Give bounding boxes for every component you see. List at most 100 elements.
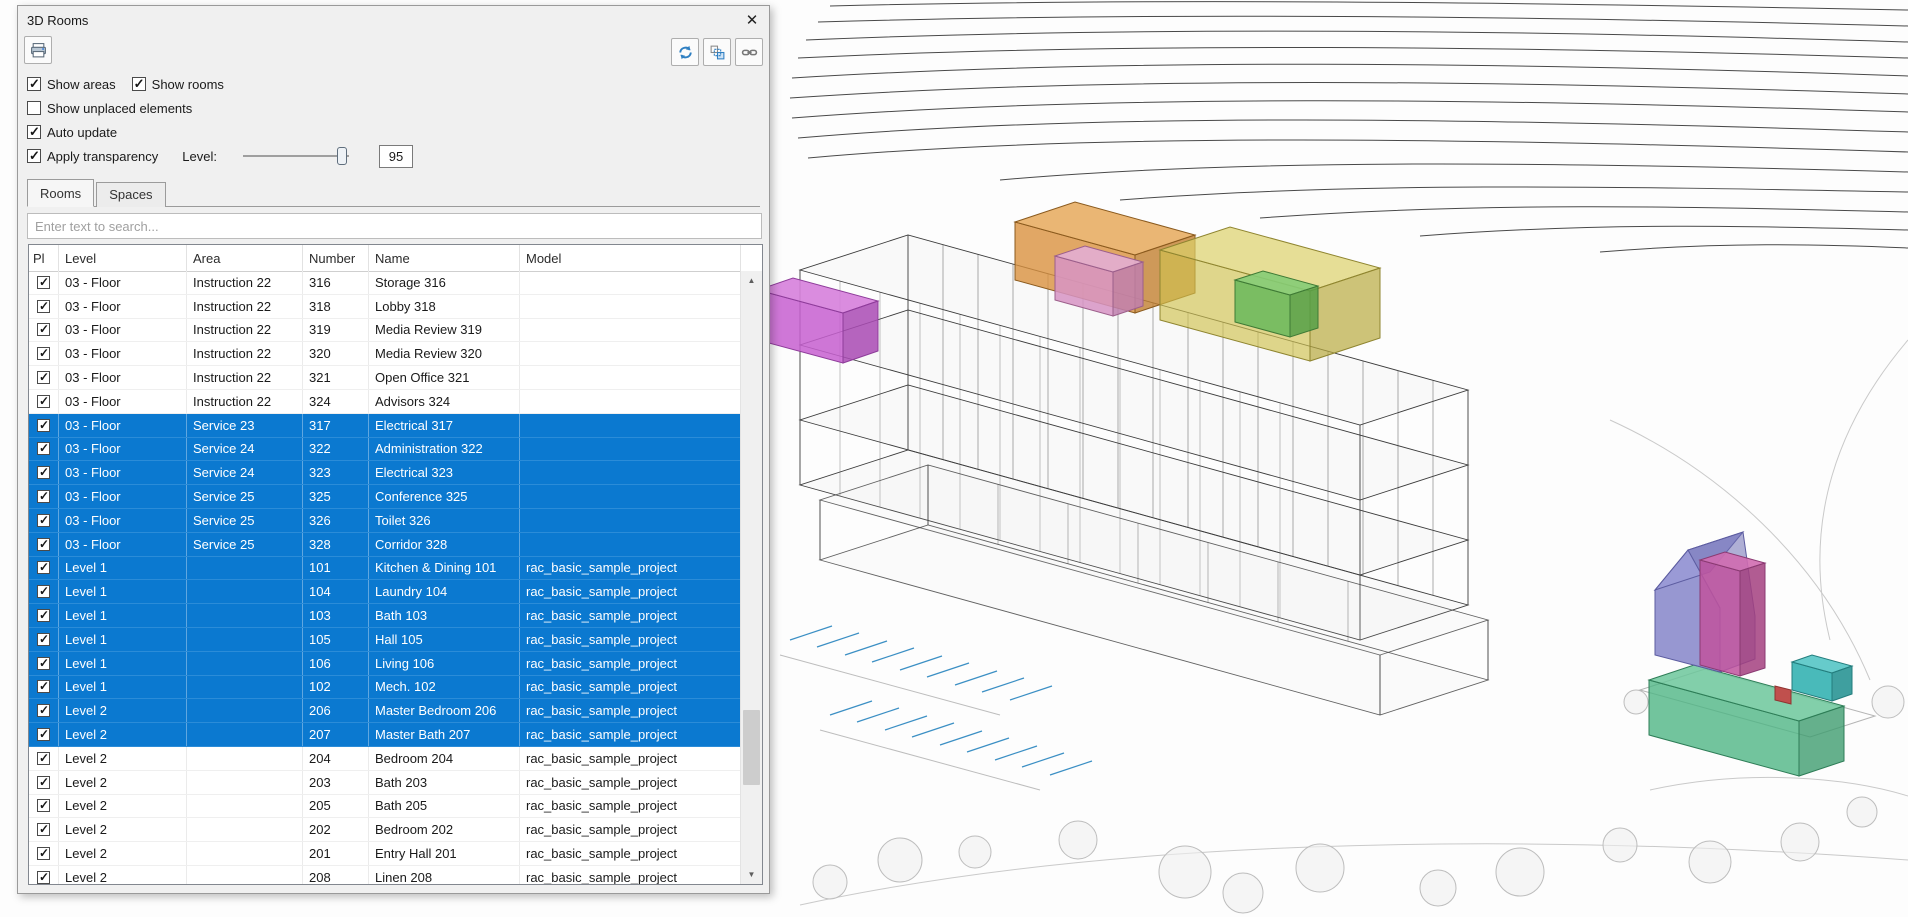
row-checkbox[interactable] xyxy=(37,704,50,717)
auto-update-checkbox[interactable] xyxy=(27,125,41,139)
row-checkbox[interactable] xyxy=(37,633,50,646)
table-row[interactable]: Level 1101Kitchen & Dining 101rac_basic_… xyxy=(29,557,741,581)
row-checkbox[interactable] xyxy=(37,514,50,527)
scroll-down-icon[interactable]: ▼ xyxy=(741,865,762,884)
table-row[interactable]: Level 1106Living 106rac_basic_sample_pro… xyxy=(29,652,741,676)
cell-number: 201 xyxy=(303,842,369,865)
contour-lines xyxy=(790,2,1908,252)
show-unplaced-checkbox[interactable] xyxy=(27,101,41,115)
cell-model: rac_basic_sample_project xyxy=(520,795,741,818)
apply-transparency-checkbox[interactable] xyxy=(27,149,41,163)
header-number[interactable]: Number xyxy=(303,245,369,271)
row-checkbox[interactable] xyxy=(37,776,50,789)
table-row[interactable]: 03 - FloorService 25326Toilet 326 xyxy=(29,509,741,533)
row-checkbox[interactable] xyxy=(37,538,50,551)
header-name[interactable]: Name xyxy=(369,245,520,271)
cell-area: Service 25 xyxy=(187,509,303,532)
table-row[interactable]: Level 2202Bedroom 202rac_basic_sample_pr… xyxy=(29,818,741,842)
option-show-areas[interactable]: Show areas xyxy=(27,77,116,92)
row-checkbox[interactable] xyxy=(37,442,50,455)
table-row[interactable]: Level 1105Hall 105rac_basic_sample_proje… xyxy=(29,628,741,652)
table-row[interactable]: 03 - FloorService 24323Electrical 323 xyxy=(29,461,741,485)
scroll-up-icon[interactable]: ▲ xyxy=(741,271,762,290)
show-rooms-checkbox[interactable] xyxy=(132,77,146,91)
cell-level: Level 2 xyxy=(59,771,187,794)
transparency-level-label: Level: xyxy=(182,149,217,164)
table-row[interactable]: Level 1104Laundry 104rac_basic_sample_pr… xyxy=(29,580,741,604)
row-checkbox[interactable] xyxy=(37,490,50,503)
row-checkbox[interactable] xyxy=(37,300,50,313)
tab-spaces[interactable]: Spaces xyxy=(96,182,165,207)
options-panel: Show areas Show rooms Show unplaced elem… xyxy=(27,72,760,168)
table-row[interactable]: 03 - FloorService 24322Administration 32… xyxy=(29,438,741,462)
transparency-slider-thumb[interactable] xyxy=(337,147,347,165)
cell-level: 03 - Floor xyxy=(59,390,187,413)
search-input[interactable] xyxy=(27,213,762,239)
cell-model xyxy=(520,342,741,365)
header-area[interactable]: Area xyxy=(187,245,303,271)
tab-rooms[interactable]: Rooms xyxy=(27,179,94,207)
row-checkbox[interactable] xyxy=(37,276,50,289)
option-auto-update[interactable]: Auto update xyxy=(27,125,117,140)
table-row[interactable]: Level 2203Bath 203rac_basic_sample_proje… xyxy=(29,771,741,795)
row-checkbox[interactable] xyxy=(37,323,50,336)
table-row[interactable]: Level 2206Master Bedroom 206rac_basic_sa… xyxy=(29,699,741,723)
table-row[interactable]: 03 - FloorInstruction 22324Advisors 324 xyxy=(29,390,741,414)
row-checkbox[interactable] xyxy=(37,799,50,812)
row-checkbox[interactable] xyxy=(37,728,50,741)
row-checkbox[interactable] xyxy=(37,680,50,693)
slider-track[interactable] xyxy=(243,155,349,157)
table-row[interactable]: Level 2205Bath 205rac_basic_sample_proje… xyxy=(29,795,741,819)
table-row[interactable]: Level 2204Bedroom 204rac_basic_sample_pr… xyxy=(29,747,741,771)
row-checkbox[interactable] xyxy=(37,561,50,574)
header-placed[interactable]: Pl xyxy=(29,245,59,271)
table-row[interactable]: 03 - FloorService 25325Conference 325 xyxy=(29,485,741,509)
table-row[interactable]: Level 2201Entry Hall 201rac_basic_sample… xyxy=(29,842,741,866)
row-checkbox-cell xyxy=(29,461,59,484)
table-row[interactable]: 03 - FloorInstruction 22321Open Office 3… xyxy=(29,366,741,390)
row-checkbox[interactable] xyxy=(37,657,50,670)
row-checkbox[interactable] xyxy=(37,466,50,479)
select-elements-button[interactable] xyxy=(703,38,731,66)
table-row[interactable]: Level 2208Linen 208rac_basic_sample_proj… xyxy=(29,866,741,884)
header-model[interactable]: Model xyxy=(520,245,741,271)
table-row[interactable]: 03 - FloorInstruction 22316Storage 316 xyxy=(29,271,741,295)
scrollbar-track[interactable] xyxy=(741,290,762,865)
row-checkbox[interactable] xyxy=(37,395,50,408)
row-checkbox[interactable] xyxy=(37,609,50,622)
header-level[interactable]: Level xyxy=(59,245,187,271)
transparency-slider[interactable] xyxy=(243,147,349,165)
cell-model xyxy=(520,295,741,318)
transparency-value-field[interactable]: 95 xyxy=(379,145,413,168)
cell-number: 206 xyxy=(303,699,369,722)
cell-model: rac_basic_sample_project xyxy=(520,652,741,675)
row-checkbox[interactable] xyxy=(37,847,50,860)
table-row[interactable]: Level 1102Mech. 102rac_basic_sample_proj… xyxy=(29,676,741,700)
table-row[interactable]: 03 - FloorService 23317Electrical 317 xyxy=(29,414,741,438)
option-show-rooms[interactable]: Show rooms xyxy=(132,77,224,92)
row-checkbox[interactable] xyxy=(37,419,50,432)
table-row[interactable]: 03 - FloorService 25328Corridor 328 xyxy=(29,533,741,557)
row-checkbox[interactable] xyxy=(37,752,50,765)
cell-name: Kitchen & Dining 101 xyxy=(369,557,520,580)
show-areas-checkbox[interactable] xyxy=(27,77,41,91)
row-checkbox[interactable] xyxy=(37,871,50,884)
table-row[interactable]: 03 - FloorInstruction 22320Media Review … xyxy=(29,342,741,366)
option-apply-transparency[interactable]: Apply transparency xyxy=(27,149,158,164)
table-row[interactable]: 03 - FloorInstruction 22318Lobby 318 xyxy=(29,295,741,319)
table-row[interactable]: 03 - FloorInstruction 22319Media Review … xyxy=(29,319,741,343)
print-button[interactable] xyxy=(24,36,52,64)
titlebar[interactable]: 3D Rooms ✕ xyxy=(18,6,769,34)
row-checkbox[interactable] xyxy=(37,371,50,384)
close-button[interactable]: ✕ xyxy=(739,8,765,32)
scrollbar-thumb[interactable] xyxy=(743,710,760,785)
link-settings-button[interactable] xyxy=(735,38,763,66)
row-checkbox[interactable] xyxy=(37,347,50,360)
sync-view-button[interactable] xyxy=(671,38,699,66)
table-row[interactable]: Level 1103Bath 103rac_basic_sample_proje… xyxy=(29,604,741,628)
table-row[interactable]: Level 2207Master Bath 207rac_basic_sampl… xyxy=(29,723,741,747)
row-checkbox[interactable] xyxy=(37,823,50,836)
row-checkbox[interactable] xyxy=(37,585,50,598)
table-scrollbar[interactable]: ▲ ▼ xyxy=(740,271,762,884)
option-show-unplaced[interactable]: Show unplaced elements xyxy=(27,101,192,116)
